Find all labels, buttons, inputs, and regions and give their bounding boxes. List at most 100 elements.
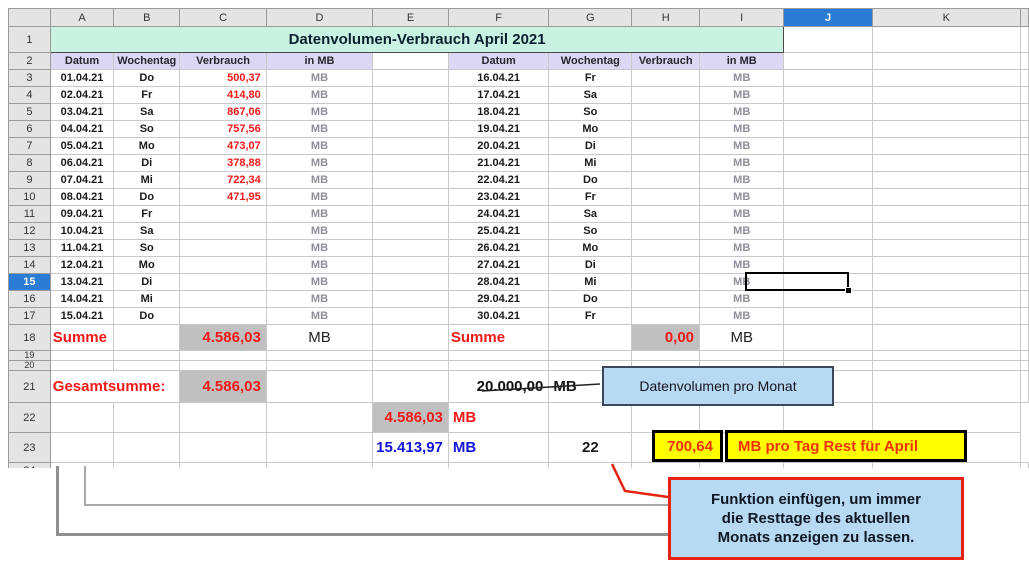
cell-empty[interactable]: [180, 433, 267, 463]
row-header-15[interactable]: 15: [9, 274, 51, 291]
cell-empty[interactable]: [784, 121, 872, 138]
cell-empty[interactable]: [872, 53, 1020, 70]
cell-empty[interactable]: [266, 433, 372, 463]
cell-date-left[interactable]: 14.04.21: [50, 291, 113, 308]
cell-value-left[interactable]: 378,88: [180, 155, 267, 172]
cell-unit-left[interactable]: MB: [266, 121, 372, 138]
cell-day-right[interactable]: Sa: [549, 206, 632, 223]
cell-date-left[interactable]: 07.04.21: [50, 172, 113, 189]
cell-date-left[interactable]: 12.04.21: [50, 257, 113, 274]
cell-day-right[interactable]: Fr: [549, 70, 632, 87]
cell-empty[interactable]: [872, 87, 1020, 104]
column-header-E[interactable]: E: [373, 9, 449, 27]
column-header-C[interactable]: C: [180, 9, 267, 27]
callout-datenvolumen-pro-monat[interactable]: Datenvolumen pro Monat: [602, 366, 834, 406]
cell-day-right[interactable]: Mo: [549, 240, 632, 257]
cell-value-right[interactable]: [632, 138, 700, 155]
column-header-A[interactable]: A: [50, 9, 113, 27]
cell-value-left[interactable]: 757,56: [180, 121, 267, 138]
cell-empty[interactable]: [266, 463, 372, 469]
cell-empty[interactable]: [700, 351, 784, 361]
row-header-11[interactable]: 11: [9, 206, 51, 223]
cell-date-left[interactable]: 02.04.21: [50, 87, 113, 104]
cell-empty[interactable]: [1021, 87, 1029, 104]
cell-value-right[interactable]: [632, 206, 700, 223]
cell-empty[interactable]: [373, 463, 449, 469]
cell-rest-days[interactable]: 22: [549, 433, 632, 463]
row-header-22[interactable]: 22: [9, 403, 51, 433]
cell-value-right[interactable]: [632, 172, 700, 189]
cell-empty[interactable]: [1021, 325, 1029, 351]
header-wochentag-right[interactable]: Wochentag: [549, 53, 632, 70]
cell-unit-left[interactable]: MB: [266, 70, 372, 87]
cell-day-right[interactable]: Do: [549, 291, 632, 308]
cell-date-right[interactable]: 29.04.21: [448, 291, 548, 308]
cell-empty[interactable]: [448, 463, 548, 469]
cell-date-right[interactable]: 21.04.21: [448, 155, 548, 172]
sheet-corner[interactable]: [9, 9, 51, 27]
cell-empty[interactable]: [50, 351, 113, 361]
cell-date-right[interactable]: 18.04.21: [448, 104, 548, 121]
cell-unit-right[interactable]: MB: [700, 291, 784, 308]
column-header-H[interactable]: H: [632, 9, 700, 27]
cell-empty[interactable]: [784, 53, 872, 70]
cell-empty[interactable]: [1021, 274, 1029, 291]
fill-handle[interactable]: [845, 287, 852, 294]
cell-empty[interactable]: [784, 189, 872, 206]
cell-value-right[interactable]: [632, 223, 700, 240]
cell-date-left[interactable]: 09.04.21: [50, 206, 113, 223]
column-header-partial[interactable]: [1021, 9, 1029, 27]
cell-empty[interactable]: [373, 87, 449, 104]
cell-empty[interactable]: [784, 104, 872, 121]
cell-empty[interactable]: [373, 53, 449, 70]
column-header-G[interactable]: G: [549, 9, 632, 27]
cell-empty[interactable]: [872, 371, 1020, 403]
cell-empty[interactable]: [373, 257, 449, 274]
cell-value-left[interactable]: [180, 308, 267, 325]
cell-unit-right[interactable]: MB: [700, 223, 784, 240]
cell-empty[interactable]: [1021, 121, 1029, 138]
cell-date-left[interactable]: 03.04.21: [50, 104, 113, 121]
cell-empty[interactable]: [373, 206, 449, 223]
cell-summe-left-unit[interactable]: MB: [266, 325, 372, 351]
cell-empty[interactable]: [1021, 240, 1029, 257]
cell-value-left[interactable]: [180, 291, 267, 308]
cell-empty[interactable]: [180, 351, 267, 361]
cell-date-right[interactable]: 22.04.21: [448, 172, 548, 189]
cell-used-volume[interactable]: 4.586,03: [373, 403, 449, 433]
cell-empty[interactable]: [114, 361, 180, 371]
cell-date-left[interactable]: 15.04.21: [50, 308, 113, 325]
cell-value-right[interactable]: [632, 121, 700, 138]
cell-empty[interactable]: [872, 308, 1020, 325]
cell-empty[interactable]: [784, 206, 872, 223]
cell-rest-volume[interactable]: 15.413,97: [373, 433, 449, 463]
cell-unit-left[interactable]: MB: [266, 308, 372, 325]
cell-day-left[interactable]: Do: [114, 70, 180, 87]
cell-empty[interactable]: [549, 403, 632, 433]
cell-unit-right[interactable]: MB: [700, 257, 784, 274]
cell-empty[interactable]: [1021, 223, 1029, 240]
cell-empty[interactable]: [50, 403, 113, 433]
cell-empty[interactable]: [180, 463, 267, 469]
cell-empty[interactable]: [373, 189, 449, 206]
row-header-20[interactable]: 20: [9, 361, 51, 371]
cell-day-left[interactable]: So: [114, 240, 180, 257]
cell-empty[interactable]: [180, 403, 267, 433]
cell-value-right[interactable]: [632, 87, 700, 104]
cell-cursor-J15[interactable]: [745, 272, 849, 291]
cell-empty[interactable]: [1021, 104, 1029, 121]
column-header-B[interactable]: B: [114, 9, 180, 27]
row-header-8[interactable]: 8: [9, 155, 51, 172]
cell-date-left[interactable]: 08.04.21: [50, 189, 113, 206]
cell-empty[interactable]: [114, 403, 180, 433]
cell-empty[interactable]: [50, 463, 113, 469]
cell-day-right[interactable]: Sa: [549, 87, 632, 104]
cell-empty[interactable]: [872, 403, 1020, 433]
callout-function-note[interactable]: Funktion einfügen, um immer die Resttage…: [668, 477, 964, 560]
cell-monthly-volume[interactable]: 20.000,00: [448, 371, 548, 403]
cell-gesamtsumme-total[interactable]: 4.586,03: [180, 371, 267, 403]
cell-empty[interactable]: [180, 361, 267, 371]
cell-rest-volume-unit[interactable]: MB: [448, 433, 548, 463]
cell-summe-right-label[interactable]: Summe: [448, 325, 548, 351]
cell-empty[interactable]: [50, 433, 113, 463]
